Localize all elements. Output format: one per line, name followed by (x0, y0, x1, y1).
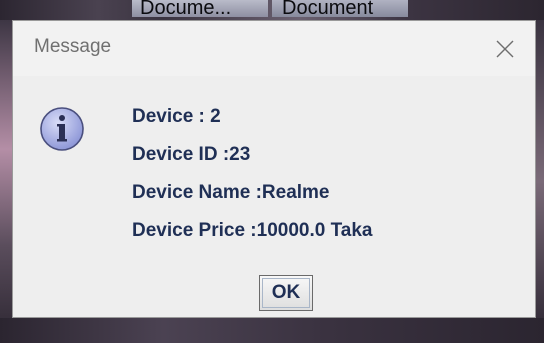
desktop-background-right (536, 20, 544, 343)
device-name-line: Device Name :Realme (132, 182, 330, 203)
message-dialog: Message Device : 2 Device ID :23 Device (12, 20, 536, 318)
close-button[interactable] (487, 31, 523, 67)
ok-button[interactable]: OK (259, 275, 313, 311)
close-icon[interactable] (487, 31, 523, 67)
desktop-background-left (0, 20, 12, 343)
device-id-line: Device ID :23 (132, 144, 251, 165)
dialog-titlebar[interactable]: Message (13, 21, 535, 76)
background-tab-2[interactable]: Document (272, 0, 408, 17)
background-tab-1[interactable]: Docume... (132, 0, 268, 17)
dialog-content: Device : 2 Device ID :23 Device Name :Re… (13, 76, 535, 317)
ok-button-label: OK (262, 278, 310, 308)
desktop-background-bottom (0, 318, 544, 343)
info-icon (40, 107, 84, 151)
device-price-line: Device Price :10000.0 Taka (132, 220, 373, 241)
dialog-title: Message (34, 36, 112, 57)
device-line: Device : 2 (132, 106, 221, 127)
